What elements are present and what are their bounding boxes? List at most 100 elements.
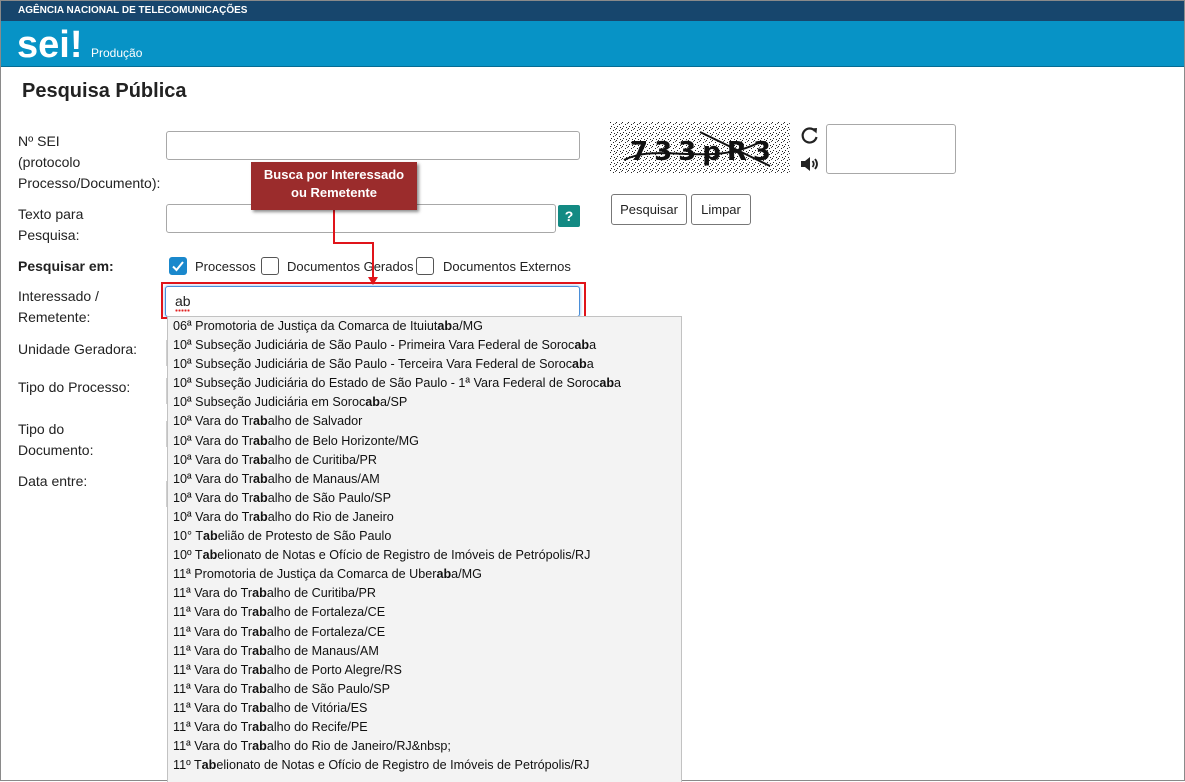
autocomplete-item[interactable]: 10ª Subseção Judiciária em Sorocaba/SP	[168, 393, 681, 412]
help-button[interactable]: ?	[558, 205, 580, 227]
autocomplete-item[interactable]: 11ª Vara do Trabalho de Manaus/AM	[168, 642, 681, 661]
autocomplete-item-text: 11ª Vara do Tr	[173, 700, 253, 715]
autocomplete-item-text: alho de Fortaleza/CE	[266, 624, 386, 639]
autocomplete-item-text: a	[614, 376, 622, 391]
texto-label-line: Pesquisa:	[18, 227, 80, 243]
agency-bar: AGÊNCIA NACIONAL DE TELECOMUNICAÇÕES	[1, 1, 1184, 21]
autocomplete-match: ab	[252, 681, 267, 696]
autocomplete-item-text: 10ª Vara do Tr	[173, 433, 254, 448]
environment-label: Produção	[91, 46, 143, 60]
captcha-input[interactable]	[826, 124, 956, 174]
autocomplete-item-text: alho de Salvador	[267, 414, 363, 429]
autocomplete-item-text: 10ª Subseção Judiciária de São Paulo - P…	[173, 338, 575, 353]
autocomplete-item-text: 10º T	[173, 548, 203, 563]
autocomplete-item-text: elionato de Notas e Ofício de Registro d…	[216, 758, 590, 773]
interessado-label: Interessado / Remetente:	[18, 286, 99, 328]
autocomplete-item-text: 11ª Vara do Tr	[173, 605, 253, 620]
autocomplete-item-text: 10ª Vara do Tr	[173, 509, 254, 524]
autocomplete-item-text: alho de Manaus/AM	[267, 471, 380, 486]
autocomplete-item[interactable]: 10ª Vara do Trabalho de São Paulo/SP	[168, 489, 681, 508]
autocomplete-item[interactable]: 11º Tabelionato de Notas e Ofício de Reg…	[168, 756, 681, 775]
autocomplete-item-text: a	[586, 357, 594, 372]
autocomplete-item-text: alho de Belo Horizonte/MG	[267, 433, 419, 448]
pesquisar-em-label: Pesquisar em:	[18, 258, 114, 274]
nsei-label-line: Processo/Documento):	[18, 175, 161, 191]
nsei-input[interactable]	[166, 131, 580, 160]
autocomplete-match: ab	[252, 624, 267, 639]
autocomplete-item-text: 11ª Vara do Tr	[173, 739, 253, 754]
autocomplete-item[interactable]: 11ª Vara do Trabalho de São Paulo/SP	[168, 680, 681, 699]
autocomplete-item[interactable]: 10ª Vara do Trabalho de Salvador	[168, 412, 681, 431]
autocomplete-item-text: 10ª Subseção Judiciária em Soroc	[173, 395, 366, 410]
sei-logo[interactable]: sei!	[17, 24, 81, 64]
autocomplete-item-text: alho de Fortaleza/CE	[266, 605, 386, 620]
speaker-icon[interactable]	[799, 154, 821, 174]
autocomplete-item[interactable]: 11ª Vara do Trabalho de Curitiba/PR	[168, 584, 681, 603]
autocomplete-item-text: 10ª Vara do Tr	[173, 414, 254, 429]
interessado-label-line: Interessado /	[18, 288, 99, 304]
autocomplete-item-text: 10ª Vara do Tr	[173, 452, 254, 467]
autocomplete-match: ab	[252, 739, 267, 754]
autocomplete-item-text: a/SP	[379, 395, 408, 410]
autocomplete-match: ab	[437, 319, 453, 333]
autocomplete-item[interactable]: 10ª Vara do Trabalho de Belo Horizonte/M…	[168, 432, 681, 451]
unidade-geradora-label: Unidade Geradora:	[18, 341, 138, 357]
autocomplete-item[interactable]: 10ª Vara do Trabalho de Curitiba/PR	[168, 451, 681, 470]
autocomplete-item[interactable]: 10ª Vara do Trabalho do Rio de Janeiro	[168, 508, 681, 527]
tipo-documento-label-line: Documento:	[18, 442, 94, 458]
autocomplete-match: ab	[365, 395, 380, 410]
autocomplete-item[interactable]: 11ª Vara do Trabalho do Recife/PE	[168, 718, 681, 737]
autocomplete-match: ab	[574, 338, 590, 353]
nsei-label: Nº SEI (protocolo Processo/Documento):	[18, 131, 160, 194]
checkbox-documentos-externos[interactable]	[416, 257, 434, 275]
autocomplete-match: ab	[252, 700, 267, 715]
refresh-icon[interactable]	[799, 125, 821, 145]
autocomplete-item-text: 11ª Vara do Tr	[173, 643, 253, 658]
checkbox-processos[interactable]	[169, 257, 187, 275]
autocomplete-item[interactable]: 11ª Vara do Trabalho do Rio de Janeiro/R…	[168, 737, 681, 756]
autocomplete-dropdown[interactable]: 06ª Promotoria de Justiça da Comarca de …	[167, 316, 682, 782]
autocomplete-item-text: alho do Rio de Janeiro	[267, 509, 394, 524]
autocomplete-item-text: 10ª Subseção Judiciária de São Paulo - T…	[173, 357, 573, 372]
autocomplete-match: ab	[202, 548, 218, 563]
autocomplete-item-text: a/MG	[451, 567, 482, 582]
autocomplete-item-text: 11ª Promotoria de Justiça da Comarca de …	[173, 567, 437, 582]
autocomplete-item-text: 11ª Vara do Tr	[173, 681, 253, 696]
autocomplete-item-text: 11º T	[173, 758, 202, 773]
autocomplete-item[interactable]: 11ª Vara do Trabalho de Porto Alegre/RS	[168, 661, 681, 680]
autocomplete-item[interactable]: 10º Tabelionato de Notas e Ofício de Reg…	[168, 546, 681, 565]
autocomplete-item[interactable]: 11ª Vara do Trabalho de Fortaleza/CE	[168, 623, 681, 642]
autocomplete-item[interactable]: 10ª Vara do Trabalho de Manaus/AM	[168, 470, 681, 489]
autocomplete-item[interactable]: 11ª Promotoria de Justiça da Comarca de …	[168, 565, 681, 584]
autocomplete-item-text: alho do Rio de Janeiro/RJ&nbsp;	[266, 739, 451, 754]
nsei-label-line: Nº SEI	[18, 133, 60, 149]
autocomplete-match: ab	[252, 643, 267, 658]
autocomplete-item[interactable]: 10ª Subseção Judiciária do Estado de São…	[168, 374, 681, 393]
autocomplete-item-text: a/MG	[452, 319, 483, 333]
callout-line: ou Remetente	[291, 185, 377, 200]
checkbox-documentos-gerados-label: Documentos Gerados	[287, 259, 414, 274]
tipo-documento-label: Tipo do Documento:	[18, 419, 93, 461]
pesquisar-button[interactable]: Pesquisar	[611, 194, 687, 225]
checkbox-documentos-externos-label: Documentos Externos	[443, 259, 571, 274]
autocomplete-match: ab	[253, 471, 268, 486]
autocomplete-match: ab	[572, 357, 587, 372]
autocomplete-item[interactable]: 10ª Subseção Judiciária de São Paulo - T…	[168, 355, 681, 374]
autocomplete-item-text: 10ª Subseção Judiciária do Estado de São…	[173, 376, 600, 391]
autocomplete-item[interactable]: 11ª Vara do Trabalho de Vitória/ES	[168, 699, 681, 718]
autocomplete-match: ab	[436, 567, 452, 582]
autocomplete-item-text: 11ª Vara do Tr	[173, 624, 253, 639]
autocomplete-item[interactable]: 06ª Promotoria de Justiça da Comarca de …	[168, 317, 681, 336]
limpar-button[interactable]: Limpar	[691, 194, 751, 225]
texto-label-line: Texto para	[18, 206, 84, 222]
nsei-label-line: (protocolo	[18, 154, 81, 170]
autocomplete-match: ab	[252, 662, 267, 677]
autocomplete-item[interactable]: 11ª Vara do Trabalho de Fortaleza/CE	[168, 603, 681, 622]
texto-label: Texto para Pesquisa:	[18, 204, 83, 246]
autocomplete-item[interactable]: 10° Tabelião de Protesto de São Paulo	[168, 527, 681, 546]
captcha-image: 733pR3	[610, 122, 790, 174]
checkbox-documentos-gerados[interactable]	[261, 257, 279, 275]
interessado-label-line: Remetente:	[18, 309, 91, 325]
autocomplete-item[interactable]: 10ª Subseção Judiciária de São Paulo - P…	[168, 336, 681, 355]
autocomplete-item-text: 10ª Vara do Tr	[173, 490, 254, 505]
